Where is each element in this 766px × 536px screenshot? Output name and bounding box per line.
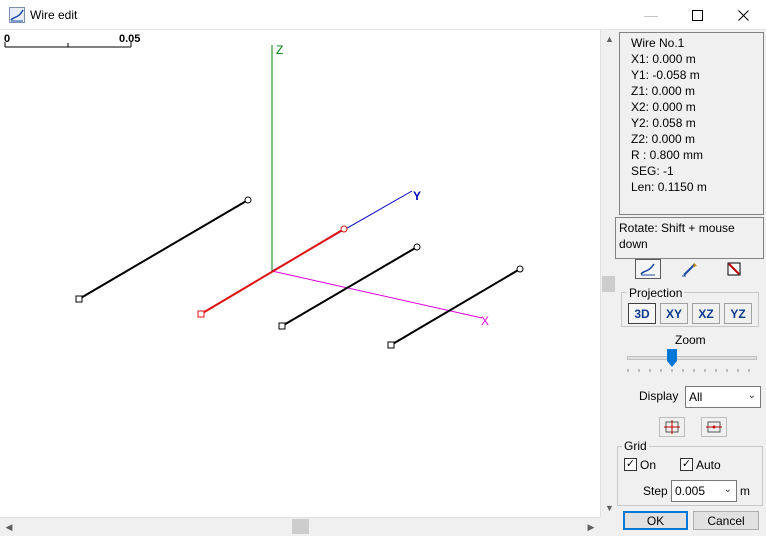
x-axis-label: X [481,314,489,328]
draw-wire-button[interactable] [677,259,703,279]
scale-bar: 0 0.05 [4,33,140,48]
wire-info-line: Wire No.1 [631,36,685,50]
maximize-icon [691,9,703,21]
edit-wire-icon [640,263,655,276]
draw-wire-icon [682,263,697,277]
close-button[interactable] [720,0,766,30]
projection-yz-button[interactable]: YZ [724,303,752,324]
grid-step-value: 0.005 [675,484,706,498]
grid-on-checkbox[interactable]: ✓ [624,458,637,471]
delete-wire-button[interactable] [721,259,747,279]
scroll-right-arrow-icon[interactable]: ▶ [584,520,598,535]
grid-label: Grid [622,439,649,453]
display-select-value: All [689,390,703,404]
scroll-corner [600,517,617,536]
grid-auto-checkbox[interactable]: ✓ [680,458,693,471]
center-view-icon [706,421,722,433]
minimize-button[interactable]: — [628,0,674,30]
zoom-ticks [627,369,750,372]
wire-4[interactable] [75,196,252,303]
scale-label-start: 0 [4,33,10,45]
delete-wire-icon [727,262,741,276]
wire-2[interactable] [278,243,421,330]
grid-auto-label: Auto [696,458,721,472]
fit-view-icon [664,420,680,434]
zoom-label: Zoom [675,333,706,347]
grid-step-combobox[interactable]: 0.005 ⌄ [671,480,737,502]
ok-button[interactable]: OK [623,511,688,530]
projection-xy-button[interactable]: XY [660,303,688,324]
center-view-button[interactable] [701,417,727,437]
window-title: Wire edit [30,8,78,22]
grid-step-label: Step [643,484,668,498]
fit-view-button[interactable] [659,417,685,437]
checkmark-icon: ✓ [625,458,636,470]
wire-3[interactable] [387,265,524,349]
checkmark-icon: ✓ [681,458,692,470]
zoom-slider-track[interactable] [627,356,757,360]
zoom-slider-thumb[interactable] [667,349,677,367]
cancel-button[interactable]: Cancel [693,511,759,530]
close-icon [737,9,749,21]
rotate-hint: Rotate: Shift + mouse down [615,217,764,259]
chevron-down-icon: ⌄ [723,484,732,495]
z-axis-label: Z [276,43,283,57]
minimize-icon: — [644,7,658,23]
vertical-scrollbar[interactable]: ▲ ▼ [600,30,617,517]
scroll-down-arrow-icon[interactable]: ▼ [601,501,618,515]
chevron-down-icon: ⌄ [747,390,756,401]
projection-3d-button[interactable]: 3D [628,303,656,324]
maximize-button[interactable] [674,0,720,30]
wire-info-line: X1: 0.000 m [631,52,696,66]
wire-info-box: Wire No.1 X1: 0.000 m Y1: -0.058 m Z1: 0… [619,32,764,215]
display-select[interactable]: All ⌄ [685,386,761,408]
wire-info-line: Z1: 0.000 m [631,84,696,98]
wire-info-line: SEG: -1 [631,164,674,178]
display-label: Display [639,389,679,403]
grid-on-label: On [640,458,657,472]
wire-info-line: R : 0.800 mm [631,148,704,162]
y-axis-label: Y [413,189,421,203]
projection-label: Projection [627,286,685,300]
edit-wire-button[interactable] [635,259,661,279]
wire-info-line: Y2: 0.058 m [631,116,696,130]
horizontal-scroll-thumb[interactable] [292,519,309,534]
wire-info-line: Len: 0.1150 m [631,180,707,194]
wire-info-line: Z2: 0.000 m [631,132,696,146]
vertical-scroll-thumb[interactable] [602,276,615,292]
wire-info-line: X2: 0.000 m [631,100,696,114]
scroll-left-arrow-icon[interactable]: ◀ [2,520,16,535]
scroll-up-arrow-icon[interactable]: ▲ [601,32,618,46]
scale-label-end: 0.05 [119,33,140,45]
wire-edit-icon [9,7,25,23]
grid-step-unit: m [740,484,750,498]
projection-xz-button[interactable]: XZ [692,303,720,324]
title-bar: Wire edit — [0,0,766,30]
wire-view-canvas[interactable]: 0 0.05 Z Y X [0,30,600,517]
wire-info-line: Y1: -0.058 m [631,68,700,82]
